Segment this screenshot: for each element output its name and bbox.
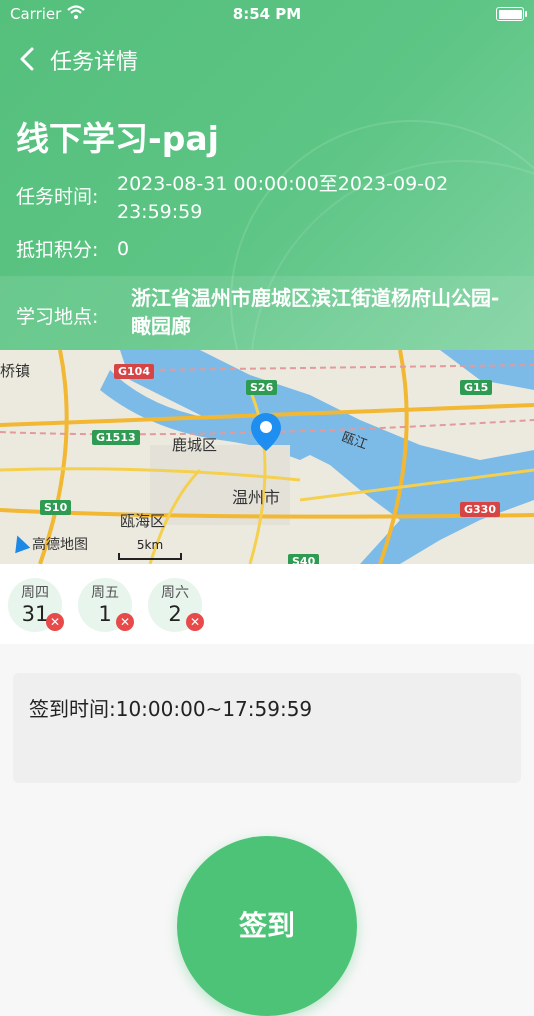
day-weekday: 周六 (161, 585, 189, 601)
status-time: 8:54 PM (232, 5, 302, 23)
map-scale-label: 5km (136, 538, 164, 552)
points-value: 0 (117, 238, 130, 260)
amap-logo-text: 高德地图 (32, 537, 88, 553)
road-tag: G15 (460, 380, 493, 395)
amap-logo-icon (9, 532, 31, 554)
sign-in-button[interactable]: 签到 (177, 836, 357, 1016)
location-value: 浙江省温州市鹿城区滨江街道杨府山公园-瞰园廊 (131, 286, 500, 338)
location-pin-icon (251, 413, 281, 451)
checkin-time-text: 签到时间:10:00:00~17:59:59 (29, 697, 313, 721)
page-title: 任务详情 (50, 50, 139, 75)
task-header: 任务详情 线下学习-paj 任务时间: 2023-08-31 00:00:00至… (0, 0, 534, 350)
location-row: 学习地点: 浙江省温州市鹿城区滨江街道杨府山公园-瞰园廊 (0, 276, 534, 350)
road-tag: G330 (460, 502, 500, 517)
map-label: 桥镇 (0, 362, 31, 380)
points-label: 抵扣积分: (16, 239, 99, 261)
amap-logo: 高德地图 (9, 532, 88, 554)
missed-icon: ✕ (46, 613, 64, 631)
location-map[interactable]: 鹿城区 温州市 瓯海区 瓯江 桥镇 G104 S26 G15 G1513 S10… (0, 350, 534, 564)
task-name: 线下学习-paj (16, 119, 219, 158)
day-item[interactable]: 周四 31 ✕ (8, 578, 64, 632)
task-time-value: 2023-08-31 00:00:00至2023-09-02 23:59:59 (117, 173, 449, 223)
back-button[interactable] (14, 42, 44, 76)
map-label: 鹿城区 (172, 436, 218, 454)
road-tag: S10 (40, 500, 72, 515)
road-tag: S40 (288, 554, 320, 564)
map-scale-bar (118, 553, 182, 560)
nav-bar: 任务详情 (0, 40, 534, 80)
battery-icon (496, 7, 527, 21)
day-list: 周四 31 ✕ 周五 1 ✕ 周六 2 ✕ (0, 564, 534, 644)
missed-icon: ✕ (186, 613, 204, 631)
location-label: 学习地点: (16, 306, 99, 328)
missed-icon: ✕ (116, 613, 134, 631)
road-tag: S26 (246, 380, 278, 395)
day-item[interactable]: 周六 2 ✕ (148, 578, 204, 632)
map-label: 温州市 (232, 488, 281, 507)
status-bar: Carrier 8:54 PM (0, 0, 534, 28)
day-weekday: 周五 (91, 585, 119, 601)
day-item[interactable]: 周五 1 ✕ (78, 578, 134, 632)
map-scale: 5km (118, 538, 182, 560)
road-tag: G104 (114, 364, 154, 379)
road-tag: G1513 (92, 430, 140, 445)
sign-in-label: 签到 (238, 909, 295, 942)
map-label: 瓯海区 (120, 512, 166, 530)
checkin-time-card: 签到时间:10:00:00~17:59:59 (13, 673, 521, 783)
day-weekday: 周四 (21, 585, 49, 601)
task-time-label: 任务时间: (16, 186, 99, 208)
chevron-left-icon (20, 47, 34, 71)
